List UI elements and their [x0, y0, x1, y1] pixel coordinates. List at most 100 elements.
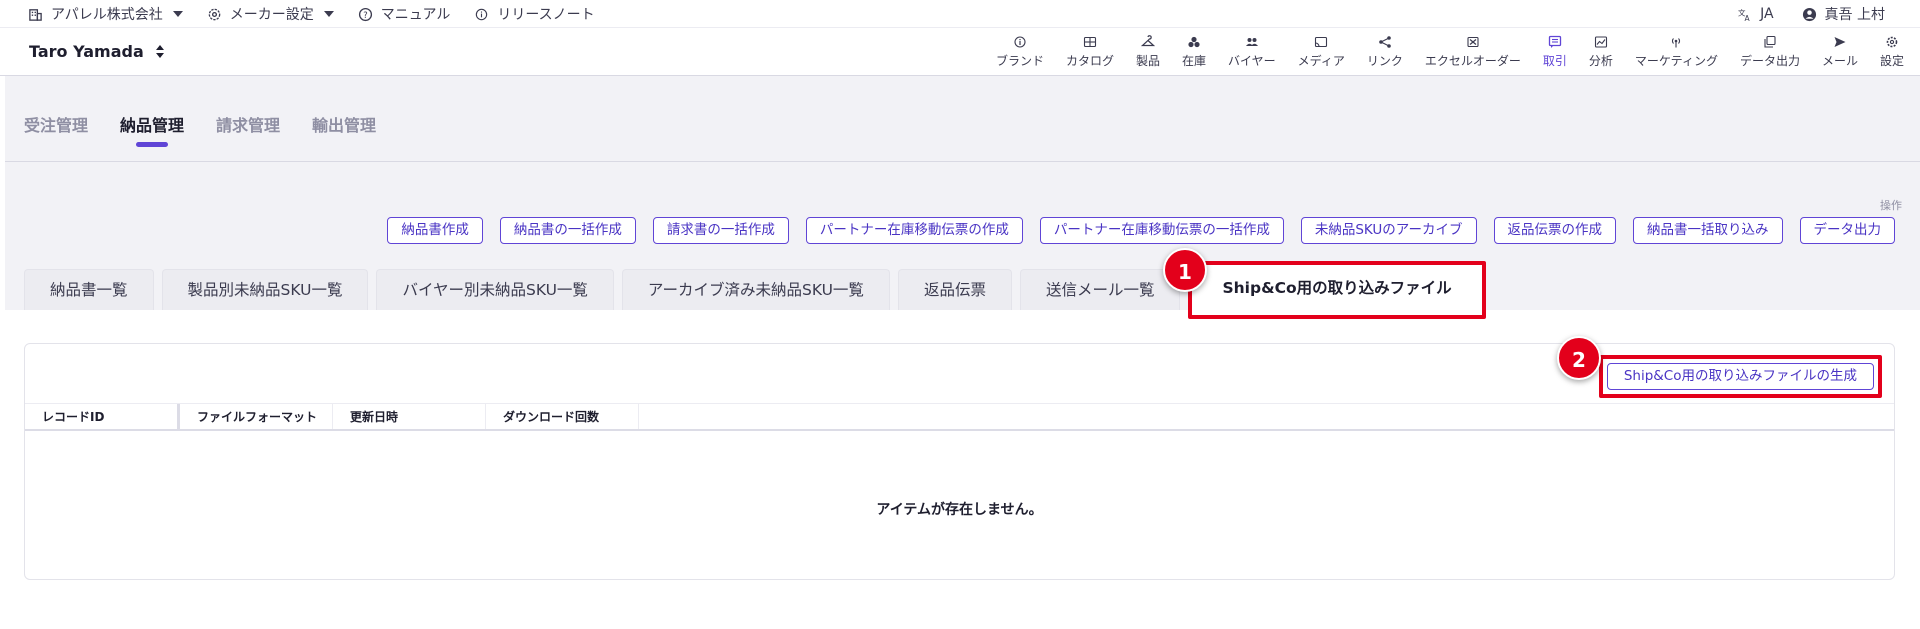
- utility-bar: アパレル株式会社 メーカー設定 ? マニュアル リリースノート 文A JA 真吾…: [0, 0, 1920, 28]
- nav-item-chart[interactable]: 分析: [1589, 35, 1613, 69]
- boxes-icon: [1188, 36, 1200, 48]
- nav-item-label: 取引: [1542, 54, 1567, 68]
- content-tabs: 納品書一覧 製品別未納品SKU一覧 バイヤー別未納品SKU一覧 アーカイブ済み未…: [24, 261, 1494, 319]
- gear-icon: [208, 8, 221, 20]
- language-switcher[interactable]: 文A JA: [1737, 6, 1774, 22]
- column-updated-at[interactable]: 更新日時: [333, 404, 486, 429]
- nav-item-boxes[interactable]: 在庫: [1182, 35, 1206, 69]
- nav-item-label: エクセルオーダー: [1424, 54, 1521, 68]
- nav-item-label: メール: [1821, 54, 1858, 68]
- svg-text:?: ?: [363, 9, 367, 19]
- nav-item-share[interactable]: リンク: [1367, 35, 1403, 69]
- generate-button-highlight: Ship&Co用の取り込みファイルの生成: [1598, 355, 1882, 398]
- tab-shipandco-import-files[interactable]: Ship&Co用の取り込みファイル: [1188, 261, 1486, 319]
- caret-down-icon: [172, 11, 183, 17]
- bulk-create-partner-transfer-button[interactable]: パートナー在庫移動伝票の一括作成: [1039, 217, 1284, 244]
- chevron-updown-icon: [155, 45, 164, 58]
- tab-delivery-note-list[interactable]: 納品書一覧: [24, 269, 154, 310]
- svg-text:A: A: [1745, 14, 1751, 22]
- catalog-icon: [1083, 36, 1097, 48]
- nav-item-label: ブランド: [995, 54, 1044, 68]
- share-icon: [1379, 36, 1391, 48]
- nav-item-info[interactable]: ブランド: [996, 35, 1044, 69]
- bulk-import-delivery-notes-button[interactable]: 納品書一括取り込み: [1633, 217, 1783, 244]
- hanger-icon: [1141, 35, 1155, 47]
- action-buttons: 納品書作成 納品書の一括作成 請求書の一括作成 パートナー在庫移動伝票の作成 パ…: [370, 217, 1895, 244]
- nav-item-catalog[interactable]: カタログ: [1066, 35, 1114, 69]
- user-name: 真吾 上村: [1824, 7, 1885, 23]
- help-circle-icon: ?: [358, 7, 372, 21]
- main-header: Taro Yamada ブランド カタログ 製品 在庫 バイヤー メディア リンク エクセルオ…: [0, 28, 1920, 76]
- caret-down-icon: [323, 11, 334, 17]
- nav-item-message[interactable]: 取引: [1543, 35, 1567, 69]
- company-name: アパレル株式会社: [51, 7, 163, 23]
- tab-undelivered-by-buyer[interactable]: バイヤー別未納品SKU一覧: [376, 269, 614, 310]
- send-icon: [1834, 37, 1846, 47]
- broadcast-icon: [1672, 38, 1681, 48]
- nav-item-broadcast[interactable]: マーケティング: [1635, 35, 1718, 69]
- data-export-button[interactable]: データ出力: [1799, 217, 1895, 244]
- user-avatar-icon: [1802, 7, 1816, 21]
- nav-item-copy[interactable]: データ出力: [1740, 35, 1800, 69]
- translate-icon: 文A: [1738, 7, 1751, 22]
- subtab-delivery[interactable]: 納品管理: [120, 112, 184, 147]
- column-record-id[interactable]: レコードID: [25, 404, 180, 429]
- main-nav: ブランド カタログ 製品 在庫 バイヤー メディア リンク エクセルオーダー 取引 分析 マーケティ…: [974, 35, 1904, 69]
- archive-undelivered-sku-button[interactable]: 未納品SKUのアーカイブ: [1300, 217, 1477, 244]
- tab-archived-undelivered[interactable]: アーカイブ済み未納品SKU一覧: [621, 269, 890, 310]
- subtab-billing[interactable]: 請求管理: [216, 112, 280, 136]
- nav-item-hanger[interactable]: 製品: [1136, 35, 1160, 69]
- language-label: JA: [1760, 6, 1774, 22]
- subtab-orders[interactable]: 受注管理: [24, 112, 88, 136]
- chart-icon: [1594, 36, 1607, 48]
- sub-tabs: 受注管理 納品管理 請求管理 輸出管理: [24, 112, 408, 147]
- nav-item-gear[interactable]: 設定: [1880, 35, 1904, 69]
- info-icon: [1014, 36, 1026, 48]
- release-notes-label: リリースノート: [497, 7, 595, 23]
- nav-item-label: 分析: [1588, 54, 1613, 68]
- divider: [5, 161, 1920, 162]
- nav-item-label: 在庫: [1182, 54, 1207, 68]
- subtab-export[interactable]: 輸出管理: [312, 112, 376, 136]
- generate-shipandco-file-button[interactable]: Ship&Co用の取り込みファイルの生成: [1606, 363, 1874, 390]
- release-notes-link[interactable]: リリースノート: [474, 4, 595, 24]
- create-partner-transfer-button[interactable]: パートナー在庫移動伝票の作成: [805, 217, 1023, 244]
- bulk-create-delivery-notes-button[interactable]: 納品書の一括作成: [499, 217, 636, 244]
- tab-sent-emails[interactable]: 送信メール一覧: [1019, 269, 1181, 310]
- empty-state-message: アイテムが存在しません。: [876, 502, 1043, 518]
- create-return-slip-button[interactable]: 返品伝票の作成: [1493, 217, 1616, 244]
- import-files-card: Ship&Co用の取り込みファイルの生成 レコードID ファイルフォーマット 更…: [24, 343, 1895, 580]
- manual-label: マニュアル: [380, 7, 451, 23]
- building-icon: [29, 8, 42, 21]
- copy-icon: [1764, 35, 1776, 48]
- nav-item-label: 設定: [1879, 54, 1904, 68]
- nav-item-label: リンク: [1366, 54, 1403, 68]
- maker-settings-label: メーカー設定: [229, 7, 314, 23]
- nav-item-send[interactable]: メール: [1822, 35, 1858, 69]
- tab-return-slips[interactable]: 返品伝票: [897, 269, 1012, 310]
- step-badge-2: 2: [1557, 336, 1601, 380]
- user-menu[interactable]: 真吾 上村: [1802, 4, 1885, 24]
- nav-item-label: カタログ: [1065, 54, 1114, 68]
- column-file-format[interactable]: ファイルフォーマット: [180, 404, 333, 429]
- nav-item-excel[interactable]: エクセルオーダー: [1425, 35, 1521, 69]
- table-header: レコードID ファイルフォーマット 更新日時 ダウンロード回数: [25, 403, 1894, 431]
- create-delivery-note-button[interactable]: 納品書作成: [387, 217, 483, 244]
- store-switcher[interactable]: Taro Yamada: [29, 42, 164, 61]
- nav-item-label: データ出力: [1739, 54, 1800, 68]
- excel-icon: [1467, 36, 1479, 48]
- company-switcher[interactable]: アパレル株式会社: [28, 4, 183, 24]
- column-download-count[interactable]: ダウンロード回数: [486, 404, 639, 429]
- nav-item-label: バイヤー: [1228, 54, 1276, 68]
- tab-undelivered-by-product[interactable]: 製品別未納品SKU一覧: [161, 269, 369, 310]
- nav-item-label: メディア: [1297, 54, 1345, 68]
- manual-link[interactable]: ? マニュアル: [358, 4, 451, 24]
- step-badge-1: 1: [1163, 248, 1207, 292]
- maker-settings-menu[interactable]: メーカー設定: [207, 4, 334, 24]
- people-icon: [1245, 38, 1258, 46]
- info-icon: [476, 8, 488, 20]
- nav-item-people[interactable]: バイヤー: [1228, 35, 1276, 69]
- bulk-create-invoices-button[interactable]: 請求書の一括作成: [652, 217, 789, 244]
- nav-item-cast[interactable]: メディア: [1298, 35, 1345, 69]
- cast-icon: [1315, 36, 1328, 48]
